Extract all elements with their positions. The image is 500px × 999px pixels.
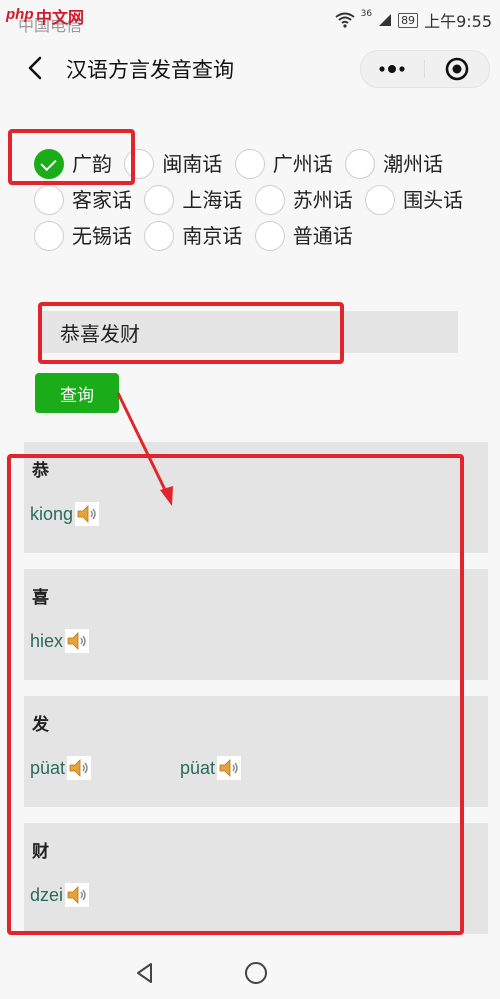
status-indicators: 36 89 上午9:55 <box>334 8 492 32</box>
page-title: 汉语方言发音查询 <box>66 58 234 82</box>
pronunciation-entry: püat <box>180 756 242 780</box>
status-bar: 中国电信 php 中文网 36 89 上午9:55 <box>0 0 500 36</box>
result-character: 恭 <box>32 461 49 481</box>
dialect-label: 客家话 <box>72 188 132 212</box>
radio-unchecked-icon[interactable] <box>234 148 265 179</box>
more-dots-icon[interactable] <box>361 51 423 87</box>
speaker-icon[interactable] <box>217 756 242 780</box>
speaker-icon[interactable] <box>65 883 90 907</box>
pronunciation-text[interactable]: hiex <box>30 631 63 652</box>
dialect-option[interactable]: 围头话 <box>365 184 469 215</box>
result-character: 财 <box>32 842 49 862</box>
result-character: 喜 <box>32 588 49 608</box>
dialect-option[interactable]: 广州话 <box>234 148 339 179</box>
dialect-option[interactable]: 苏州话 <box>254 184 359 215</box>
dialect-label: 苏州话 <box>292 188 353 212</box>
pronunciation-entry: hiex <box>30 629 90 653</box>
radio-unchecked-icon[interactable] <box>345 148 376 179</box>
dialect-option[interactable]: 普通话 <box>254 220 359 251</box>
radio-unchecked-icon[interactable] <box>144 184 175 215</box>
dialect-label: 潮州话 <box>383 152 444 176</box>
pronunciation-entry: kiong <box>30 502 100 526</box>
signal-icon <box>379 14 392 26</box>
nav-back-icon[interactable] <box>132 960 158 986</box>
result-card: 恭 kiong <box>24 442 488 553</box>
speaker-icon[interactable] <box>65 629 90 653</box>
watermark-logo: php <box>6 6 34 23</box>
result-card: 喜 hiex <box>24 569 488 680</box>
result-card: 财 dzei <box>24 823 488 934</box>
dialect-label: 无锡话 <box>72 224 132 248</box>
dialect-option[interactable]: 上海话 <box>144 184 248 215</box>
dialect-option[interactable]: 闽南话 <box>124 148 228 179</box>
radio-unchecked-icon[interactable] <box>34 184 64 215</box>
dialect-option[interactable]: 客家话 <box>34 184 138 215</box>
pronunciation-text[interactable]: püat <box>30 758 65 779</box>
dialect-label: 围头话 <box>403 188 464 212</box>
dialect-option[interactable]: 广韵 <box>34 148 118 179</box>
dialect-label: 广韵 <box>72 152 112 176</box>
dialect-option[interactable]: 潮州话 <box>345 148 449 179</box>
dialect-label: 上海话 <box>182 188 243 212</box>
mini-program-capsule <box>360 50 490 88</box>
title-bar: 汉语方言发音查询 <box>0 36 500 102</box>
radio-unchecked-icon[interactable] <box>124 148 155 179</box>
radio-unchecked-icon[interactable] <box>254 184 285 215</box>
dialect-option[interactable]: 南京话 <box>144 220 248 251</box>
record-circle-icon[interactable] <box>425 51 489 87</box>
watermark-text: 中文网 <box>36 8 85 27</box>
radio-unchecked-icon[interactable] <box>365 184 396 215</box>
dialect-label: 闽南话 <box>162 152 223 176</box>
record-circle-glyph <box>445 57 469 81</box>
dialect-options: 广韵 闽南话 广州话 潮州话 客家话 上海话 苏州话 围头话 无锡话 南京话 普… <box>34 146 470 254</box>
wifi-icon <box>334 12 355 28</box>
speaker-icon[interactable] <box>75 502 100 526</box>
radio-unchecked-icon[interactable] <box>254 220 285 251</box>
battery-icon: 89 <box>398 12 419 28</box>
query-button[interactable]: 查询 <box>35 373 119 413</box>
search-input[interactable] <box>40 311 458 353</box>
network-type: 36 <box>360 9 373 19</box>
pronunciation-text[interactable]: kiong <box>30 504 73 525</box>
status-time: 上午9:55 <box>424 12 492 31</box>
back-arrow-icon[interactable] <box>22 54 50 82</box>
pronunciation-entry: dzei <box>30 883 90 907</box>
nav-home-icon[interactable] <box>243 960 269 986</box>
battery-level: 89 <box>401 13 416 27</box>
pronunciation-entry: püat <box>30 756 92 780</box>
dialect-label: 南京话 <box>182 224 243 248</box>
pronunciation-text[interactable]: dzei <box>30 885 63 906</box>
radio-checked-icon[interactable] <box>34 148 64 179</box>
result-character: 发 <box>32 715 49 735</box>
pronunciation-text[interactable]: püat <box>180 758 215 779</box>
radio-unchecked-icon[interactable] <box>34 220 64 251</box>
dialect-label: 普通话 <box>292 224 353 248</box>
system-nav-bar <box>0 944 500 999</box>
speaker-icon[interactable] <box>67 756 92 780</box>
result-card: 发 püat püat <box>24 696 488 807</box>
dialect-option[interactable]: 无锡话 <box>34 220 138 251</box>
dialect-label: 广州话 <box>272 152 333 176</box>
radio-unchecked-icon[interactable] <box>144 220 175 251</box>
more-dots-glyph <box>379 65 405 73</box>
